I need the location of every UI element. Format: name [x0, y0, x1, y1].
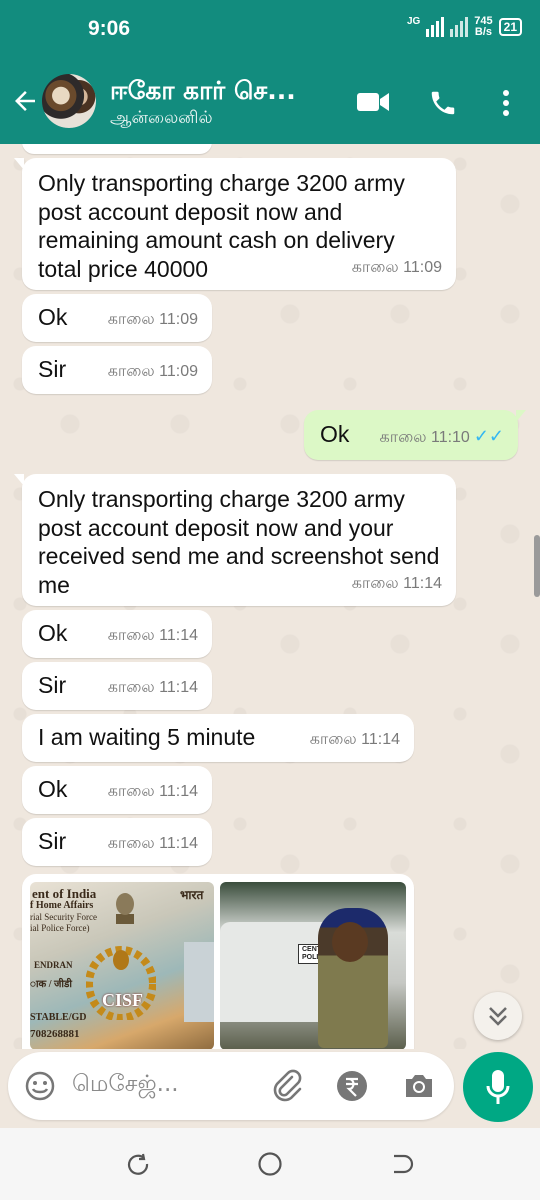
signal-icon	[426, 17, 445, 37]
message-time: காலை 11:14	[107, 834, 198, 852]
message-input[interactable]: மெசேஜ்...	[72, 1071, 179, 1100]
message-bubble[interactable]: Sir காலை 11:14	[22, 662, 212, 710]
phone-icon[interactable]	[428, 88, 458, 118]
system-nav-bar	[0, 1128, 540, 1200]
message-time: காலை 11:09	[107, 362, 198, 380]
back-arrow-icon[interactable]	[10, 86, 40, 116]
message-bubble[interactable]: I am waiting 5 minute காலை 11:14	[22, 714, 414, 762]
back-nav-icon[interactable]	[388, 1152, 414, 1176]
message-time: காலை 11:14	[107, 626, 198, 644]
battery-icon: 21	[498, 18, 522, 36]
contact-name[interactable]: ஈகோ கார் செ...	[110, 76, 330, 109]
home-icon[interactable]	[256, 1150, 284, 1178]
read-ticks-icon: ✓✓	[473, 425, 504, 446]
more-vert-icon[interactable]	[500, 88, 512, 118]
message-bubble[interactable]: Ok காலை 11:14	[22, 766, 212, 814]
scroll-down-button[interactable]	[474, 992, 522, 1040]
signal-2-icon	[450, 17, 469, 37]
id-card-hindi: भारत	[180, 888, 204, 902]
message-time: காலை 11:14	[107, 782, 198, 800]
id-card-text: ЕNDRAN	[34, 960, 73, 970]
status-bar: 9:06 JG 745 B/s 21	[0, 0, 540, 60]
bubble-tail	[14, 474, 24, 486]
recents-icon[interactable]	[126, 1152, 150, 1176]
officer-photo[interactable]: CENTRAL POLICE	[220, 882, 406, 1049]
message-bubble[interactable]: Sir காலை 11:14	[22, 818, 212, 866]
contact-status: ஆன்லைனில்	[110, 108, 213, 128]
cisf-text: CISF	[102, 990, 144, 1010]
message-bubble[interactable]: Ok காலை 11:14	[22, 610, 212, 658]
id-card-text: ial Police Force)	[30, 923, 90, 933]
chat-area[interactable]: Only transporting charge 3200 army post …	[0, 144, 540, 1049]
scroll-down-icon	[489, 1007, 507, 1026]
card-photo-area	[184, 942, 214, 1022]
status-icons: JG 745 B/s 21	[407, 16, 522, 38]
clock: 9:06	[88, 17, 131, 40]
avatar[interactable]	[42, 74, 96, 128]
id-card-text: f Home Affairs	[30, 900, 94, 911]
rupee-icon[interactable]	[336, 1070, 368, 1102]
message-composer[interactable]: மெசேஜ்...	[8, 1052, 454, 1120]
message-bubble-outgoing[interactable]: Ok காலை 11:10 ✓✓	[304, 410, 526, 460]
message-bubble[interactable]: Only transporting charge 3200 army post …	[14, 474, 456, 606]
id-card-text: 708268881	[30, 1028, 80, 1040]
message-time: காலை 11:09	[351, 258, 442, 276]
message-time: காலை 11:14	[351, 574, 442, 592]
mic-icon	[486, 1070, 510, 1104]
emoji-icon[interactable]	[24, 1070, 56, 1102]
message-time: காலை 11:09	[107, 310, 198, 328]
message-time: காலை 11:14	[309, 730, 400, 748]
id-card-photo[interactable]: ent of India f Home Affairs rial Securit…	[30, 882, 214, 1049]
message-bubble[interactable]: Only transporting charge 3200 army post …	[14, 158, 456, 290]
id-card-text: STABLE/GD	[30, 1012, 87, 1023]
message-bubble[interactable]: Sir காலை 11:09	[22, 346, 212, 394]
bubble-tail	[516, 410, 526, 422]
image-message[interactable]: ent of India f Home Affairs rial Securit…	[22, 874, 414, 1049]
scroll-indicator[interactable]	[534, 535, 540, 597]
id-card-text: ाक / जीडी	[30, 979, 72, 990]
camera-icon[interactable]	[402, 1070, 436, 1102]
id-card-text: rial Security Force	[30, 912, 97, 922]
message-bubble-partial	[22, 144, 212, 154]
net-speed: 745 B/s	[474, 16, 492, 38]
officer-face	[332, 922, 368, 962]
bubble-tail	[14, 158, 24, 170]
emblem-icon	[116, 893, 134, 924]
mic-button[interactable]	[463, 1052, 533, 1122]
network-type: JG	[406, 16, 421, 27]
chat-header: ஈகோ கார் செ... ஆன்லைனில்	[0, 60, 540, 144]
message-time: காலை 11:14	[107, 678, 198, 696]
message-time-text: காலை 11:10	[379, 428, 470, 446]
message-time: காலை 11:10 ✓✓	[380, 422, 504, 453]
attach-icon[interactable]	[270, 1068, 304, 1102]
message-bubble[interactable]: Ok காலை 11:09	[22, 294, 212, 342]
video-call-icon[interactable]	[356, 90, 390, 114]
net-speed-unit: B/s	[474, 26, 493, 38]
